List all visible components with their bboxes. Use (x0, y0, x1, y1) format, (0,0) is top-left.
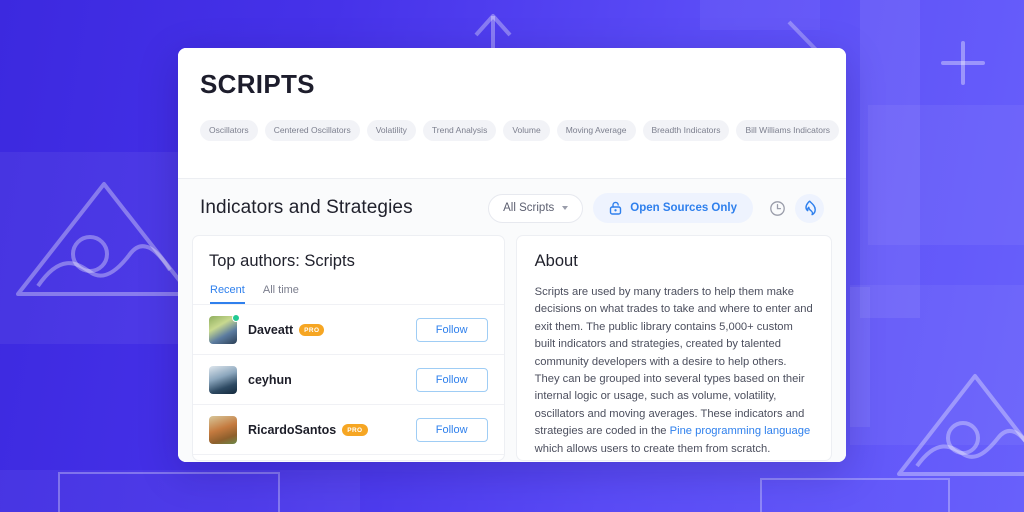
chip-moving-average[interactable]: Moving Average (556, 120, 636, 141)
author-name[interactable]: RicardoSantos PRO (248, 423, 368, 437)
author-name-text: Daveatt (248, 322, 294, 337)
follow-button[interactable]: Follow (415, 367, 488, 392)
avatar-wrap (209, 415, 237, 444)
chip-volume[interactable]: Volume (503, 120, 550, 141)
decor-rectangle-6 (850, 287, 870, 427)
card-body: Indicators and Strategies All Scripts Op… (178, 179, 846, 462)
top-authors-head: Top authors: Scripts Recent All time (193, 236, 504, 304)
chip-volatility[interactable]: Volatility (366, 120, 416, 141)
sort-icon-group (763, 193, 824, 223)
all-scripts-dropdown[interactable]: All Scripts (488, 193, 584, 223)
chip-oscillators[interactable]: Oscillators (200, 120, 258, 141)
flame-icon (805, 200, 816, 216)
pro-badge: PRO (342, 424, 368, 436)
chip-trend-analysis[interactable]: Trend Analysis (422, 120, 497, 141)
open-sources-label: Open Sources Only (630, 202, 737, 214)
follow-button[interactable]: Follow (415, 417, 488, 442)
about-paragraph-1: Scripts are used by many traders to help… (535, 284, 813, 458)
tab-all-time[interactable]: All time (263, 284, 299, 304)
open-sources-only-button[interactable]: Open Sources Only (593, 193, 753, 223)
toolbar: Indicators and Strategies All Scripts Op… (192, 179, 832, 235)
table-row[interactable]: ceyhun Follow (193, 354, 504, 404)
recent-sort-button[interactable] (763, 194, 792, 223)
avatar-wrap (209, 365, 237, 394)
toolbar-controls: All Scripts Open Sources Only (488, 193, 824, 223)
about-text: Scripts are used by many traders to help… (535, 284, 813, 460)
mountain-logo-icon-2 (897, 374, 1024, 476)
top-authors-title: Top authors: Scripts (209, 252, 355, 270)
chevron-down-icon (562, 206, 569, 210)
table-row[interactable]: RicardoSantos PRO Follow (193, 404, 504, 454)
tab-recent[interactable]: Recent (210, 284, 245, 304)
page-title: SCRIPTS (200, 69, 315, 99)
author-name-text: RicardoSantos (248, 422, 337, 437)
open-lock-icon (610, 201, 622, 215)
table-row[interactable]: PROFIT ProfitProgrammersPRO (193, 454, 504, 460)
avatar-wrap (209, 313, 240, 344)
decor-outline-bottom-right (760, 478, 950, 512)
decor-rectangle-4 (868, 105, 1024, 245)
decor-outline-bottom-left (58, 472, 280, 512)
pine-language-link[interactable]: Pine programming language (670, 425, 811, 437)
clock-icon (770, 200, 785, 216)
authors-tabs: Recent All time (209, 284, 488, 304)
trending-sort-button[interactable] (795, 193, 824, 223)
about-p1-part-a: Scripts are used by many traders to help… (534, 286, 813, 438)
author-name[interactable]: ceyhun (248, 373, 292, 387)
all-scripts-label: All Scripts (503, 202, 555, 214)
decor-rectangle-3 (860, 0, 920, 318)
author-name-text: ceyhun (248, 372, 292, 387)
chip-centered-oscillators[interactable]: Centered Oscillators (264, 120, 360, 141)
chip-bill-williams[interactable]: Bill Williams Indicators (736, 120, 840, 141)
about-p1-part-b: which allows users to create them from s… (534, 442, 771, 455)
follow-button[interactable]: Follow (415, 317, 488, 342)
card-header: SCRIPTS Oscillators Centered Oscillators… (178, 48, 846, 179)
author-name[interactable]: Daveatt PRO (248, 322, 325, 337)
pro-badge: PRO (299, 324, 325, 336)
about-title: About (534, 252, 578, 270)
avatar (209, 365, 237, 394)
decor-rectangle-8 (0, 470, 360, 512)
avatar (209, 415, 237, 444)
category-chip-row: Oscillators Centered Oscillators Volatil… (200, 120, 840, 141)
mountain-logo-icon (16, 182, 192, 296)
chip-breadth-indicators[interactable]: Breadth Indicators (642, 120, 730, 141)
section-title: Indicators and Strategies (200, 197, 413, 218)
table-row[interactable]: Daveatt PRO Follow (193, 304, 504, 354)
scripts-card: SCRIPTS Oscillators Centered Oscillators… (178, 48, 846, 462)
plus-icon (941, 41, 985, 85)
top-authors-panel: Top authors: Scripts Recent All time Dav… (192, 235, 505, 461)
panels-row: Top authors: Scripts Recent All time Dav… (192, 235, 832, 461)
about-panel: About Scripts are used by many traders t… (515, 235, 832, 461)
page-background: SCRIPTS Oscillators Centered Oscillators… (0, 0, 1024, 512)
online-status-dot (232, 313, 240, 322)
